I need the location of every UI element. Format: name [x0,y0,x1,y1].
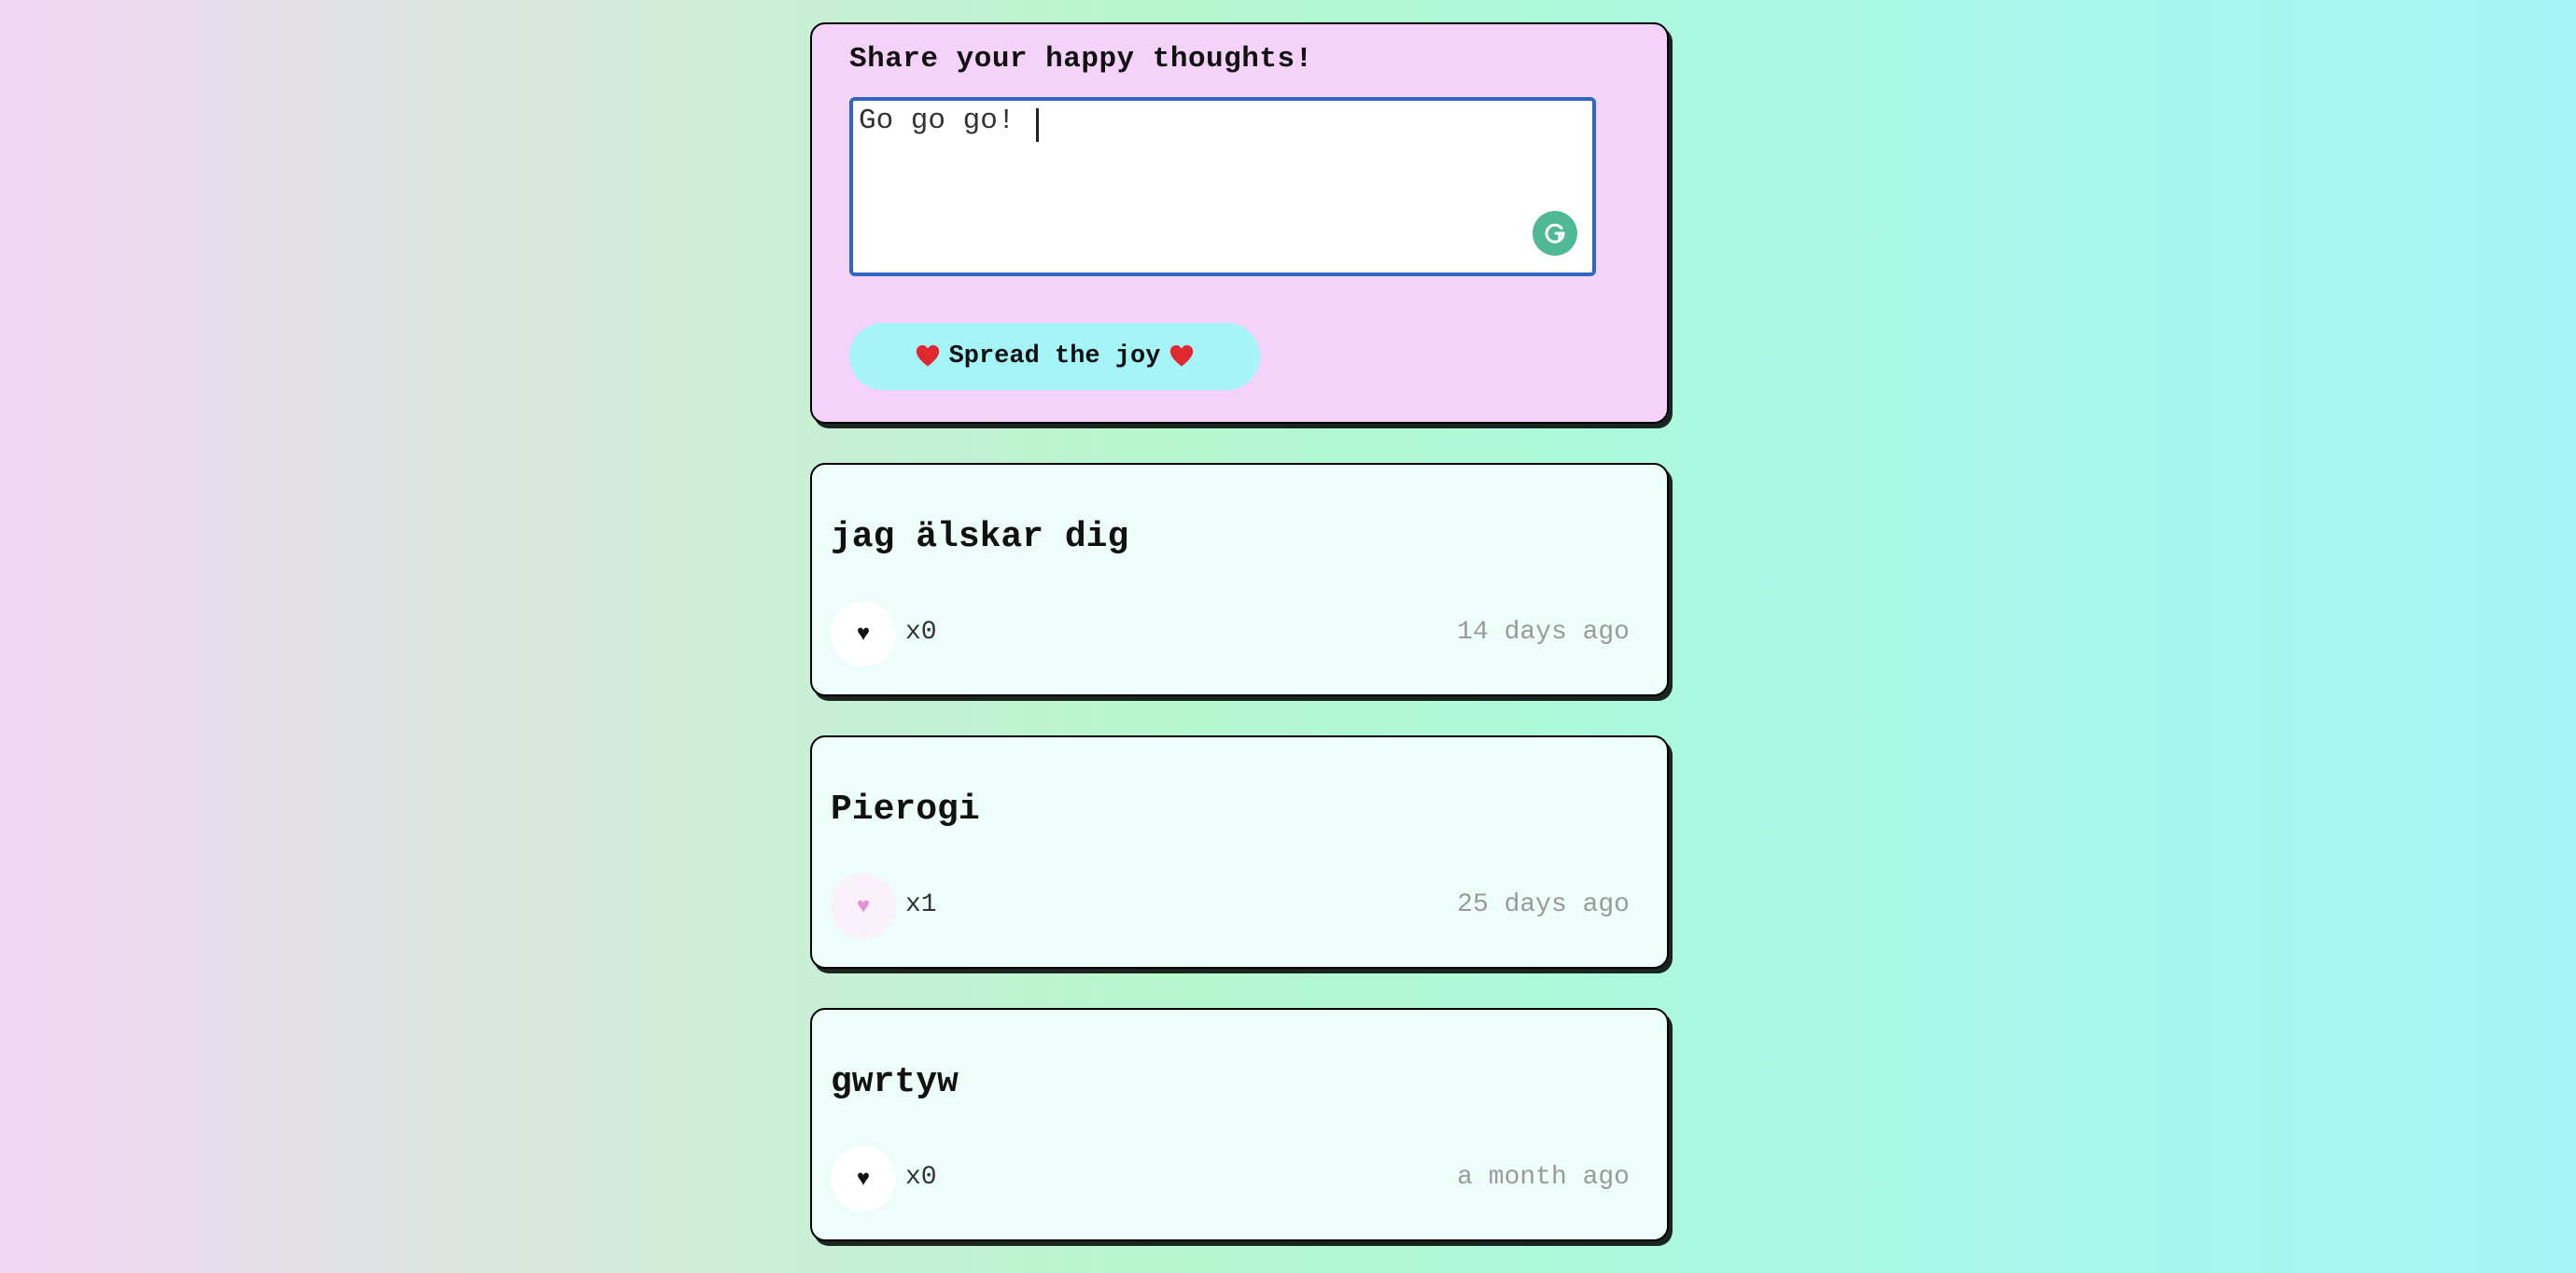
spread-joy-label: Spread the joy [948,343,1161,371]
thought-card: jag älskar dig ♥ x0 14 days ago [810,463,1669,696]
thought-form: Share your happy thoughts! Spread the jo… [810,22,1669,424]
like-count: x0 [905,1163,937,1192]
heart-icon [1170,344,1194,367]
heart-icon [916,344,939,367]
thought-message: Pierogi [831,790,980,830]
thought-card: Pierogi ♥ x1 25 days ago [810,735,1669,969]
form-title: Share your happy thoughts! [849,43,1313,76]
heart-icon: ♥ [856,621,871,646]
heart-icon: ♥ [856,1166,871,1191]
like-button[interactable]: ♥ [831,1146,896,1211]
grammarly-icon[interactable] [1533,211,1577,256]
thought-timestamp: a month ago [1457,1163,1630,1192]
like-button[interactable]: ♥ [831,874,896,939]
thought-message: gwrtyw [831,1062,959,1102]
thoughts-column: Share your happy thoughts! Spread the jo… [810,22,1669,1241]
thought-timestamp: 25 days ago [1457,890,1630,919]
like-count: x0 [905,618,937,647]
thought-input-wrapper[interactable] [849,97,1596,276]
thought-timestamp: 14 days ago [1457,618,1630,647]
spread-joy-button[interactable]: Spread the joy [849,323,1260,390]
thought-message: jag älskar dig [831,517,1129,557]
like-count: x1 [905,890,937,919]
text-caret [1036,108,1039,142]
thought-card: gwrtyw ♥ x0 a month ago [810,1008,1669,1241]
like-button[interactable]: ♥ [831,601,896,666]
heart-icon: ♥ [856,893,871,918]
thought-input[interactable] [853,101,1592,273]
